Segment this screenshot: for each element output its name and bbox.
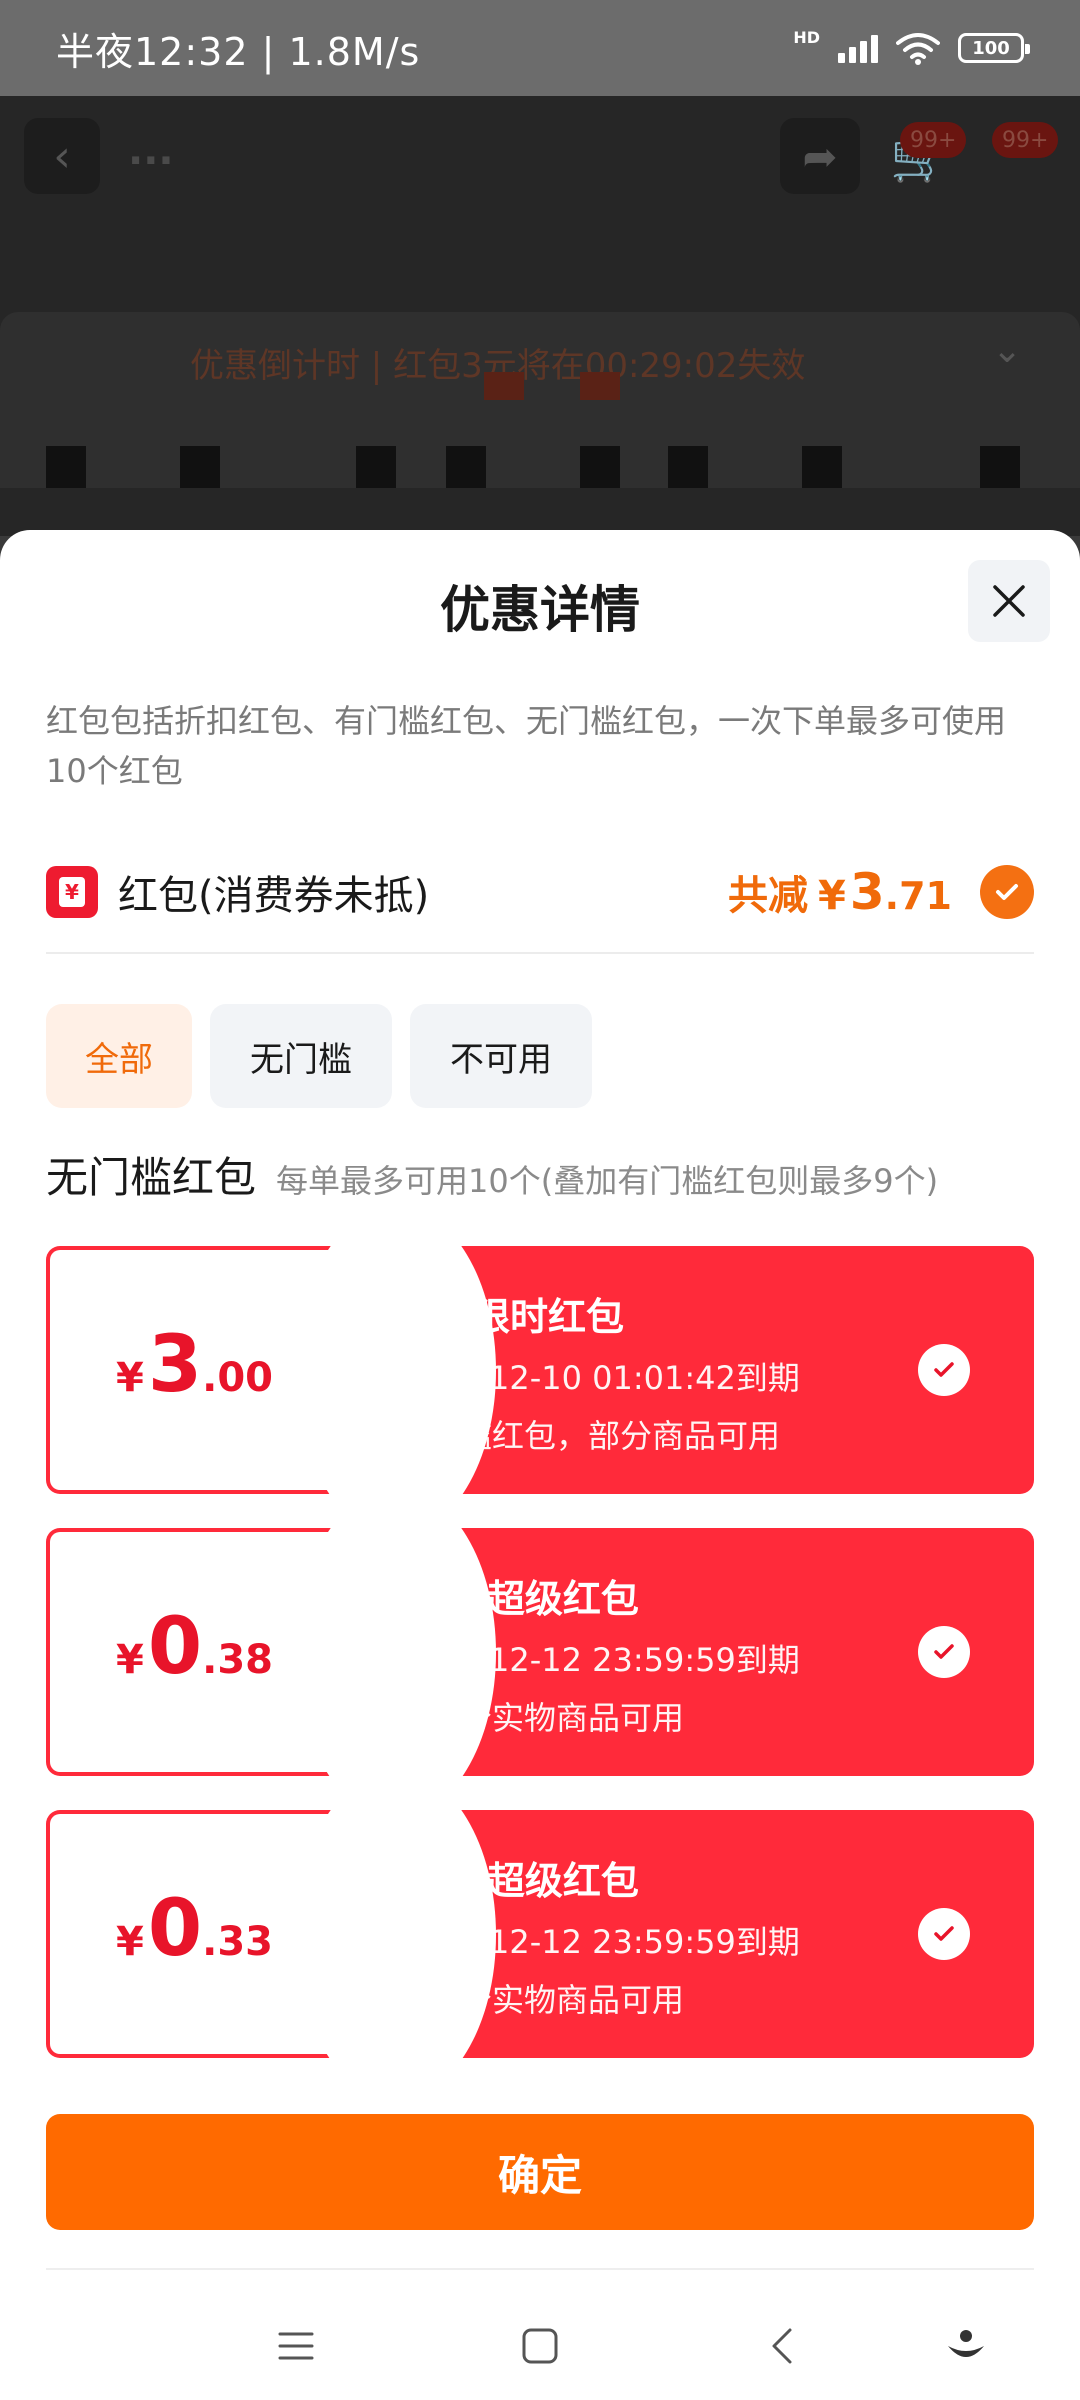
home-icon [522, 2328, 558, 2364]
coupon-card[interactable]: ¥ 0 .33 双12超级红包 2025-12-12 23:59:59到期 限部… [46, 1810, 1034, 2058]
coupon-info: 双12超级红包 2025-12-12 23:59:59到期 限部分实物商品可用 [396, 1568, 800, 1739]
tab-unavailable[interactable]: 不可用 [410, 1004, 592, 1108]
menu-icon [278, 2332, 314, 2360]
red-packet-label: 红包(消费券未抵) [118, 873, 430, 919]
confirm-button[interactable]: 确定 [46, 2114, 1034, 2230]
battery-icon: 100 [958, 33, 1030, 63]
background-decoration [356, 446, 396, 488]
background-message-badge: 99+ [992, 122, 1059, 158]
check-icon [934, 1926, 954, 1941]
coupon-name: 双12超级红包 [396, 1859, 639, 1903]
coupon-amount-decimal: .00 [202, 1355, 273, 1401]
coupon-name: 店铺限时红包 [396, 1295, 625, 1339]
coupon-description: 限部分实物商品可用 [396, 1699, 685, 1737]
tab-no-threshold[interactable]: 无门槛 [210, 1004, 392, 1108]
coupon-card[interactable]: ¥ 0 .38 双12超级红包 2025-12-12 23:59:59到期 限部… [46, 1528, 1034, 1776]
section-header: 无门槛红包 每单最多可用10个(叠加有门槛红包则最多9个) [46, 1144, 1046, 1205]
status-icons: HD 100 [793, 27, 1030, 69]
background-decoration [802, 446, 842, 488]
coupon-currency: ¥ [116, 1637, 144, 1683]
coupon-amount: ¥ 3 .00 [116, 1326, 273, 1404]
tab-all[interactable]: 全部 [46, 1004, 192, 1108]
coupon-info: 店铺限时红包 2025-12-10 01:01:42到期 无门槛红包，部分商品可… [396, 1286, 800, 1457]
status-time: 半夜12:32 | 1.8M/s [56, 29, 421, 74]
coupon-name: 双12超级红包 [396, 1577, 639, 1621]
close-icon [993, 585, 1025, 617]
back-icon [772, 2328, 792, 2364]
background-chevron-down-icon: ⌄ [992, 330, 1023, 371]
coupon-expiry: 2025-12-10 01:01:42到期 [396, 1359, 800, 1397]
coupon-checkbox[interactable] [918, 1908, 970, 1960]
check-icon [996, 884, 1018, 900]
background-cart-badge: 99+ [900, 122, 967, 158]
sheet-title: 优惠详情 [440, 581, 640, 639]
signal-icon [838, 33, 878, 63]
section-subtitle: 每单最多可用10个(叠加有门槛红包则最多9个) [276, 1162, 939, 1200]
background-decoration [980, 446, 1020, 488]
coupon-amount-integer: 0 [147, 1602, 203, 1692]
system-navigation-bar [0, 2300, 1080, 2400]
total-decimal: .71 [884, 874, 952, 918]
coupon-description: 限部分实物商品可用 [396, 1981, 685, 2019]
background-decoration [580, 372, 620, 400]
coupon-amount-decimal: .38 [202, 1637, 273, 1683]
coupon-expiry: 2025-12-12 23:59:59到期 [396, 1923, 800, 1961]
background-decoration [580, 446, 620, 488]
background-back-icon: ‹ [24, 118, 100, 194]
red-packet-summary[interactable]: ¥ 红包(消费券未抵) 共减 ¥ 3 .71 [46, 844, 1034, 940]
check-icon [934, 1644, 954, 1659]
divider [46, 952, 1034, 954]
coupon-amount: ¥ 0 .38 [116, 1608, 273, 1686]
assistant-icon [948, 2330, 984, 2357]
back-button[interactable] [752, 2314, 816, 2378]
status-bar: 半夜12:32 | 1.8M/s HD 100 [0, 0, 1080, 96]
sheet-description: 红包包括折扣红包、有门槛红包、无门槛红包，一次下单最多可使用10个红包 [46, 702, 1007, 790]
coupon-amount-decimal: .33 [202, 1919, 273, 1965]
coupon-info: 双12超级红包 2025-12-12 23:59:59到期 限部分实物商品可用 [396, 1850, 800, 2021]
background-decoration [668, 446, 708, 488]
close-button[interactable] [968, 560, 1050, 642]
home-button[interactable] [508, 2314, 572, 2378]
coupon-checkbox[interactable] [918, 1626, 970, 1678]
divider [46, 2268, 1034, 2270]
coupon-expiry: 2025-12-12 23:59:59到期 [396, 1641, 800, 1679]
coupon-currency: ¥ [116, 1919, 144, 1965]
red-packet-icon: ¥ [46, 866, 98, 918]
background-decoration [46, 446, 86, 488]
background-decoration [446, 446, 486, 488]
background-decoration [484, 372, 524, 400]
network-type-label: HD [793, 27, 820, 47]
background-decoration [180, 446, 220, 488]
assistant-button[interactable] [934, 2314, 998, 2378]
coupon-amount: ¥ 0 .33 [116, 1890, 273, 1968]
total-integer: 3 [849, 863, 885, 921]
background-title: ... [128, 128, 174, 174]
section-title: 无门槛红包 [46, 1153, 257, 1202]
coupon-amount-integer: 0 [147, 1884, 203, 1974]
total-label: 共减 [728, 873, 809, 919]
red-packet-checkbox[interactable] [980, 865, 1034, 919]
battery-level: 100 [972, 37, 1010, 59]
coupon-card[interactable]: ¥ 3 .00 店铺限时红包 2025-12-10 01:01:42到期 无门槛… [46, 1246, 1034, 1494]
red-packet-total: 共减 ¥ 3 .71 [728, 863, 952, 921]
check-icon [934, 1362, 954, 1377]
coupon-checkbox[interactable] [918, 1344, 970, 1396]
coupon-description: 无门槛红包，部分商品可用 [396, 1417, 781, 1455]
total-currency: ¥ [818, 873, 846, 919]
background-share-icon: ➦ [780, 118, 860, 194]
coupon-amount-integer: 3 [147, 1320, 203, 1410]
menu-button[interactable] [264, 2314, 328, 2378]
wifi-icon [896, 33, 940, 65]
filter-tabs: 全部 无门槛 不可用 [46, 1004, 592, 1108]
discount-details-sheet: 优惠详情 红包包括折扣红包、有门槛红包、无门槛红包，一次下单最多可使用10个红包… [0, 530, 1080, 2400]
coupon-currency: ¥ [116, 1355, 144, 1401]
